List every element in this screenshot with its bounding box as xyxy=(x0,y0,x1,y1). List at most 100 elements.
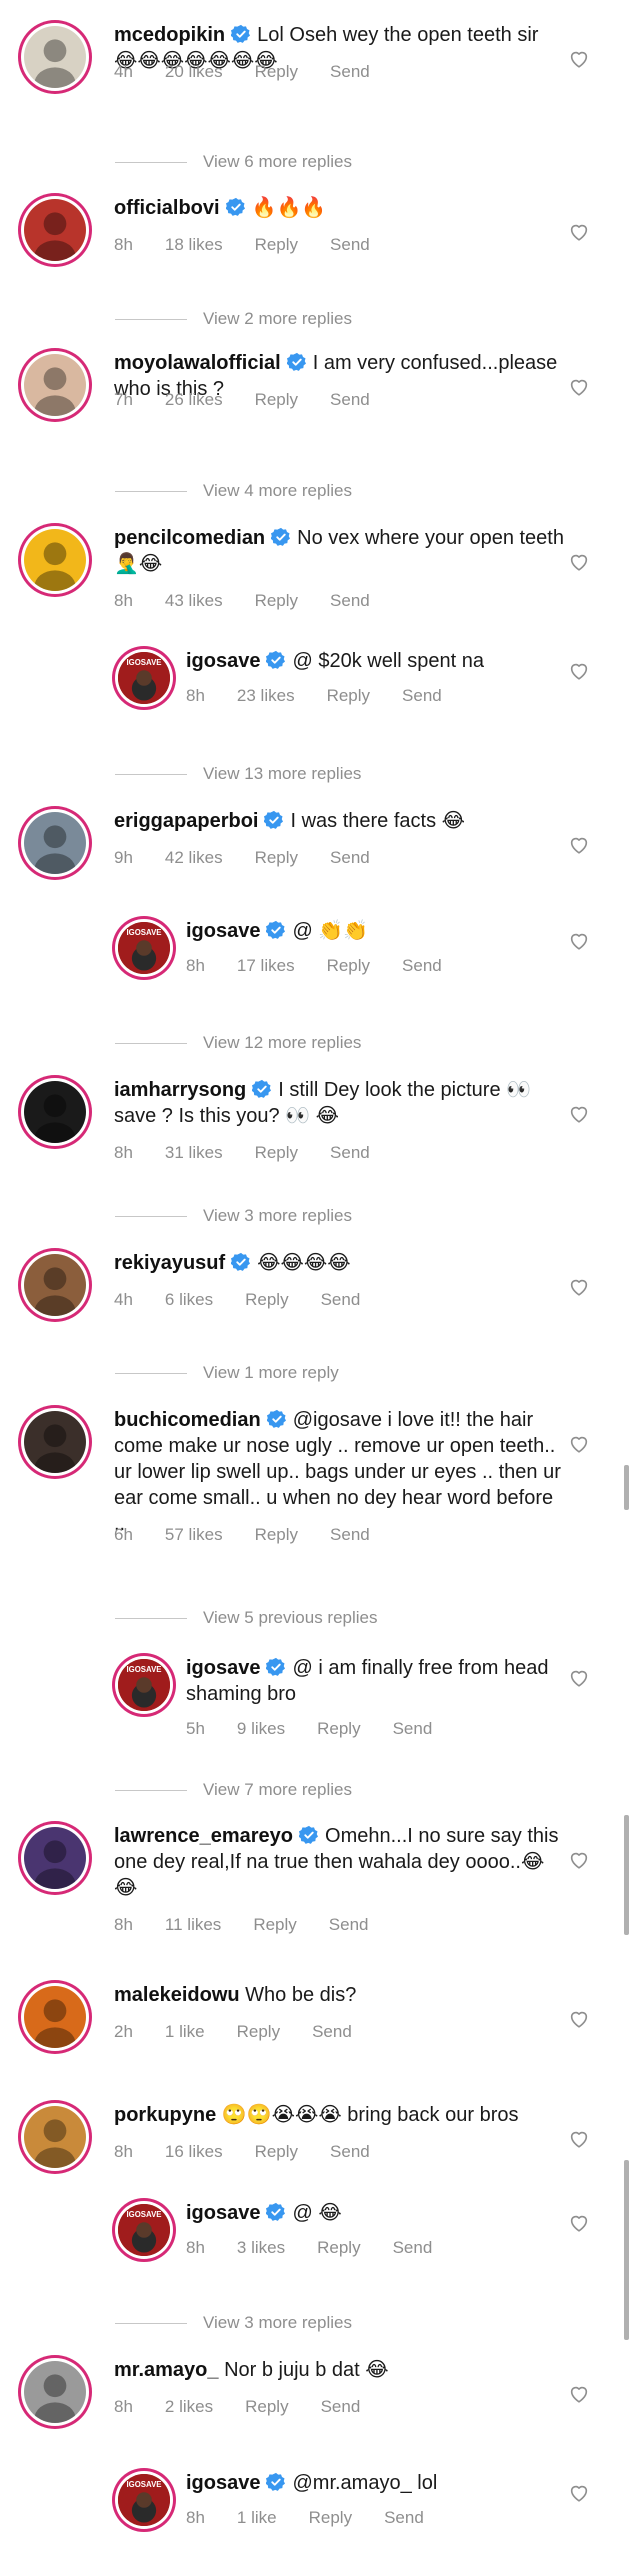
view-more-replies[interactable]: View 3 more replies xyxy=(115,2313,352,2333)
likes-count[interactable]: 1 like xyxy=(165,2022,205,2042)
send-button[interactable]: Send xyxy=(330,1143,370,1163)
send-button[interactable]: Send xyxy=(330,848,370,868)
reply-button[interactable]: Reply xyxy=(253,1915,296,1935)
send-button[interactable]: Send xyxy=(393,2238,433,2258)
send-button[interactable]: Send xyxy=(330,390,370,410)
reply-avatar[interactable]: IGOSAVE xyxy=(118,1659,170,1711)
send-button[interactable]: Send xyxy=(330,1525,370,1545)
send-button[interactable]: Send xyxy=(384,2508,424,2528)
send-button[interactable]: Send xyxy=(321,1290,361,1310)
comment-avatar[interactable] xyxy=(24,2361,86,2423)
likes-count[interactable]: 18 likes xyxy=(165,235,223,255)
like-heart-icon[interactable] xyxy=(568,1103,590,1125)
view-more-replies[interactable]: View 6 more replies xyxy=(115,152,352,172)
username[interactable]: igosave xyxy=(186,2472,260,2494)
likes-count[interactable]: 26 likes xyxy=(165,390,223,410)
send-button[interactable]: Send xyxy=(330,591,370,611)
like-heart-icon[interactable] xyxy=(568,2482,590,2504)
likes-count[interactable]: 1 like xyxy=(237,2508,277,2528)
username[interactable]: eriggapaperboi xyxy=(114,810,258,832)
reply-button[interactable]: Reply xyxy=(255,848,298,868)
username[interactable]: igosave xyxy=(186,650,260,672)
like-heart-icon[interactable] xyxy=(568,1849,590,1871)
comment-avatar[interactable] xyxy=(24,2106,86,2168)
scrollbar-thumb[interactable] xyxy=(624,1815,629,1935)
likes-count[interactable]: 2 likes xyxy=(165,2397,213,2417)
likes-count[interactable]: 57 likes xyxy=(165,1525,223,1545)
username[interactable]: pencilcomedian xyxy=(114,527,265,549)
like-heart-icon[interactable] xyxy=(568,2128,590,2150)
view-more-replies[interactable]: View 2 more replies xyxy=(115,309,352,329)
username[interactable]: igosave xyxy=(186,1657,260,1679)
send-button[interactable]: Send xyxy=(330,62,370,82)
send-button[interactable]: Send xyxy=(329,1915,369,1935)
reply-button[interactable]: Reply xyxy=(317,1719,360,1739)
comment-avatar[interactable] xyxy=(24,529,86,591)
likes-count[interactable]: 11 likes xyxy=(165,1915,221,1935)
like-heart-icon[interactable] xyxy=(568,930,590,952)
reply-button[interactable]: Reply xyxy=(255,2142,298,2162)
view-previous-replies[interactable]: View 5 previous replies xyxy=(115,1608,378,1628)
reply-avatar[interactable]: IGOSAVE xyxy=(118,922,170,974)
comment-avatar[interactable] xyxy=(24,812,86,874)
comment-avatar[interactable] xyxy=(24,354,86,416)
scrollbar-thumb[interactable] xyxy=(624,1465,629,1510)
username[interactable]: officialbovi xyxy=(114,197,220,219)
reply-button[interactable]: Reply xyxy=(237,2022,280,2042)
reply-button[interactable]: Reply xyxy=(255,235,298,255)
username[interactable]: malekeidowu xyxy=(114,1984,240,2006)
like-heart-icon[interactable] xyxy=(568,834,590,856)
likes-count[interactable]: 9 likes xyxy=(237,1719,285,1739)
view-more-replies[interactable]: View 3 more replies xyxy=(115,1206,352,1226)
username[interactable]: porkupyne xyxy=(114,2104,216,2126)
view-more-replies[interactable]: View 4 more replies xyxy=(115,481,352,501)
reply-button[interactable]: Reply xyxy=(255,62,298,82)
likes-count[interactable]: 23 likes xyxy=(237,686,295,706)
reply-button[interactable]: Reply xyxy=(255,1143,298,1163)
send-button[interactable]: Send xyxy=(393,1719,433,1739)
reply-button[interactable]: Reply xyxy=(245,1290,288,1310)
reply-button[interactable]: Reply xyxy=(317,2238,360,2258)
comment-avatar[interactable] xyxy=(24,1254,86,1316)
scrollbar-thumb[interactable] xyxy=(624,2160,629,2340)
likes-count[interactable]: 16 likes xyxy=(165,2142,223,2162)
like-heart-icon[interactable] xyxy=(568,1276,590,1298)
like-heart-icon[interactable] xyxy=(568,376,590,398)
send-button[interactable]: Send xyxy=(330,2142,370,2162)
send-button[interactable]: Send xyxy=(330,235,370,255)
username[interactable]: buchicomedian xyxy=(114,1409,261,1431)
reply-avatar[interactable]: IGOSAVE xyxy=(118,2474,170,2526)
reply-button[interactable]: Reply xyxy=(255,1525,298,1545)
likes-count[interactable]: 42 likes xyxy=(165,848,223,868)
reply-avatar[interactable]: IGOSAVE xyxy=(118,652,170,704)
like-heart-icon[interactable] xyxy=(568,551,590,573)
send-button[interactable]: Send xyxy=(402,956,442,976)
send-button[interactable]: Send xyxy=(312,2022,352,2042)
comment-avatar[interactable] xyxy=(24,1411,86,1473)
username[interactable]: igosave xyxy=(186,2202,260,2224)
like-heart-icon[interactable] xyxy=(568,221,590,243)
reply-button[interactable]: Reply xyxy=(327,686,370,706)
view-more-replies[interactable]: View 12 more replies xyxy=(115,1033,361,1053)
comment-avatar[interactable] xyxy=(24,1081,86,1143)
like-heart-icon[interactable] xyxy=(568,2383,590,2405)
like-heart-icon[interactable] xyxy=(568,2008,590,2030)
like-heart-icon[interactable] xyxy=(568,2212,590,2234)
view-more-replies[interactable]: View 7 more replies xyxy=(115,1780,352,1800)
comment-avatar[interactable] xyxy=(24,199,86,261)
reply-button[interactable]: Reply xyxy=(327,956,370,976)
like-heart-icon[interactable] xyxy=(568,48,590,70)
reply-button[interactable]: Reply xyxy=(255,390,298,410)
like-heart-icon[interactable] xyxy=(568,1667,590,1689)
username[interactable]: mcedopikin xyxy=(114,24,225,46)
like-heart-icon[interactable] xyxy=(568,1433,590,1455)
comment-avatar[interactable] xyxy=(24,1827,86,1889)
view-more-replies[interactable]: View 1 more reply xyxy=(115,1363,339,1383)
reply-avatar[interactable]: IGOSAVE xyxy=(118,2204,170,2256)
likes-count[interactable]: 20 likes xyxy=(165,62,223,82)
send-button[interactable]: Send xyxy=(321,2397,361,2417)
reply-button[interactable]: Reply xyxy=(309,2508,352,2528)
send-button[interactable]: Send xyxy=(402,686,442,706)
like-heart-icon[interactable] xyxy=(568,660,590,682)
likes-count[interactable]: 31 likes xyxy=(165,1143,223,1163)
